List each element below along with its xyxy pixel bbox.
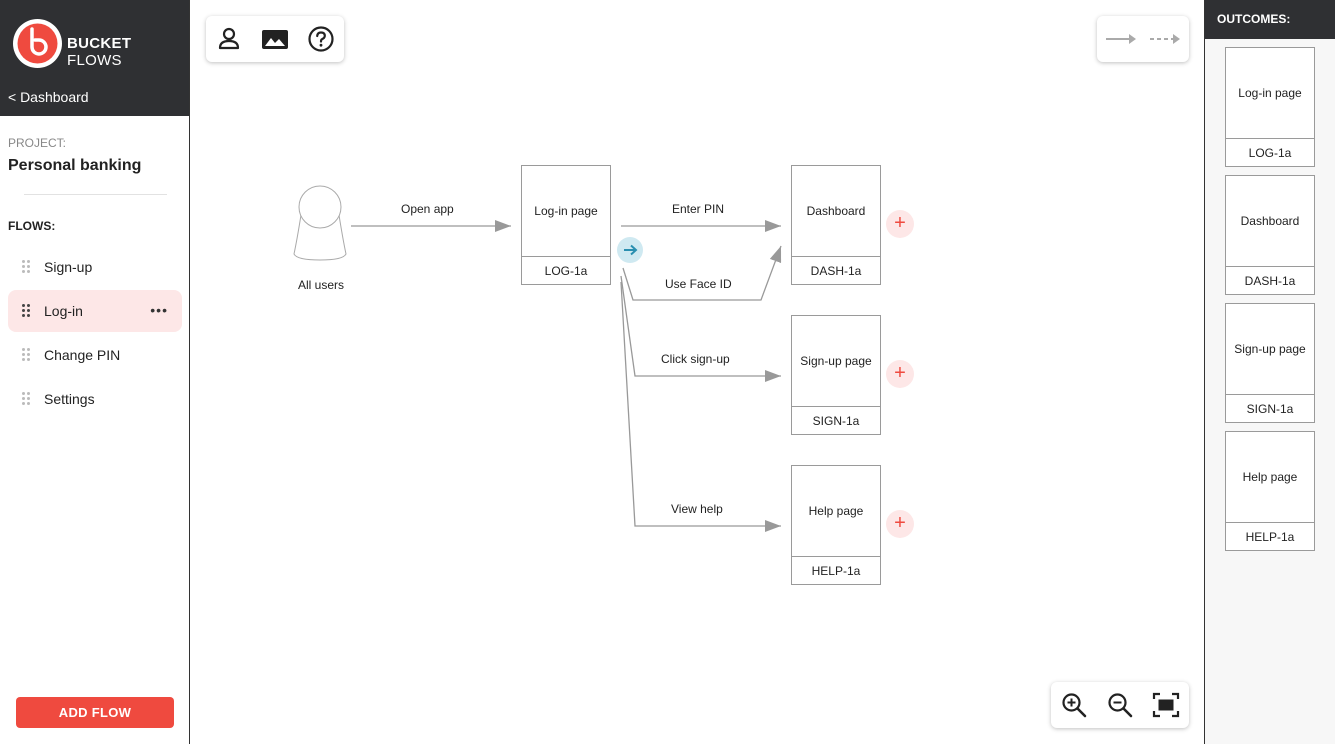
node-log-in-page[interactable]: Log-in page LOG-1a [521, 165, 611, 285]
sidebar: BUCKET FLOWS < Dashboard PROJECT: Person… [0, 0, 190, 744]
node-code: HELP-1a [792, 556, 880, 584]
outcome-code: LOG-1a [1226, 138, 1314, 166]
outcome-code: HELP-1a [1226, 522, 1314, 550]
zoom-out-icon[interactable] [1105, 690, 1135, 720]
edge-label-view-help: View help [671, 502, 723, 516]
zoom-toolbar [1051, 682, 1189, 728]
outcome-title: Dashboard [1240, 214, 1300, 228]
all-users-icon[interactable] [293, 185, 347, 261]
edge-label-use-face-id: Use Face ID [665, 277, 732, 291]
edge-use-face-id [622, 245, 782, 301]
logo-icon [17, 23, 58, 64]
drag-handle-icon[interactable] [22, 392, 30, 406]
outcome-card-sign-up-page[interactable]: Sign-up page SIGN-1a [1225, 303, 1315, 423]
drag-handle-icon[interactable] [22, 348, 30, 362]
outcome-title: Log-in page [1238, 86, 1302, 100]
edge-label-click-sign-up: Click sign-up [661, 352, 730, 366]
flow-item-label: Log-in [44, 303, 83, 319]
flow-item-log-in[interactable]: Log-in ••• [8, 290, 182, 332]
flow-canvas[interactable]: All users Open app Enter PIN Use Face ID… [191, 0, 1204, 744]
outcome-code: SIGN-1a [1226, 394, 1314, 422]
outcome-title: Help page [1242, 470, 1298, 484]
flow-item-label: Sign-up [44, 259, 93, 275]
node-help-page[interactable]: Help page HELP-1a [791, 465, 881, 585]
edge-label-open-app: Open app [401, 202, 454, 216]
divider [24, 194, 167, 195]
flow-item-sign-up[interactable]: Sign-up [8, 246, 182, 288]
add-step-button-sign-up[interactable]: + [886, 360, 914, 388]
project-name: Personal banking [8, 157, 142, 174]
outcome-card-help-page[interactable]: Help page HELP-1a [1225, 431, 1315, 551]
all-users-label: All users [297, 278, 344, 292]
outcomes-panel: OUTCOMES: Log-in page LOG-1a Dashboard D… [1204, 0, 1335, 744]
outcome-card-log-in-page[interactable]: Log-in page LOG-1a [1225, 47, 1315, 167]
add-step-button-dashboard[interactable]: + [886, 210, 914, 238]
connector-handle-icon[interactable] [616, 236, 644, 264]
node-code: SIGN-1a [792, 406, 880, 434]
edge-label-enter-pin: Enter PIN [672, 202, 725, 216]
drag-handle-icon[interactable] [22, 260, 30, 274]
brand-name: BUCKET FLOWS [67, 35, 132, 69]
add-flow-button[interactable]: ADD FLOW [16, 697, 174, 728]
project-label: PROJECT: [8, 136, 67, 150]
node-code: DASH-1a [792, 256, 880, 284]
node-title: Log-in page [534, 204, 598, 218]
flow-item-label: Change PIN [44, 347, 121, 363]
node-dashboard[interactable]: Dashboard DASH-1a [791, 165, 881, 285]
node-title: Dashboard [806, 204, 866, 218]
fit-screen-icon[interactable] [1151, 690, 1181, 720]
add-step-button-help[interactable]: + [886, 510, 914, 538]
zoom-in-icon[interactable] [1059, 690, 1089, 720]
back-to-dashboard-link[interactable]: < Dashboard [8, 89, 89, 105]
outcome-title: Sign-up page [1234, 342, 1306, 356]
drag-handle-icon[interactable] [22, 304, 30, 318]
node-code: LOG-1a [522, 256, 610, 284]
edge-view-help [620, 281, 781, 532]
logo [13, 19, 62, 68]
flow-item-change-pin[interactable]: Change PIN [8, 334, 182, 376]
flow-item-label: Settings [44, 391, 95, 407]
sidebar-header: BUCKET FLOWS < Dashboard [0, 0, 189, 116]
node-title: Help page [808, 504, 864, 518]
outcome-code: DASH-1a [1226, 266, 1314, 294]
flow-diagram [293, 185, 782, 532]
node-title: Sign-up page [800, 354, 872, 368]
outcome-card-dashboard[interactable]: Dashboard DASH-1a [1225, 175, 1315, 295]
flows-label: FLOWS: [8, 219, 56, 233]
outcomes-header: OUTCOMES: [1205, 0, 1335, 39]
flow-item-settings[interactable]: Settings [8, 378, 182, 420]
more-options-icon[interactable]: ••• [150, 302, 168, 318]
node-sign-up-page[interactable]: Sign-up page SIGN-1a [791, 315, 881, 435]
